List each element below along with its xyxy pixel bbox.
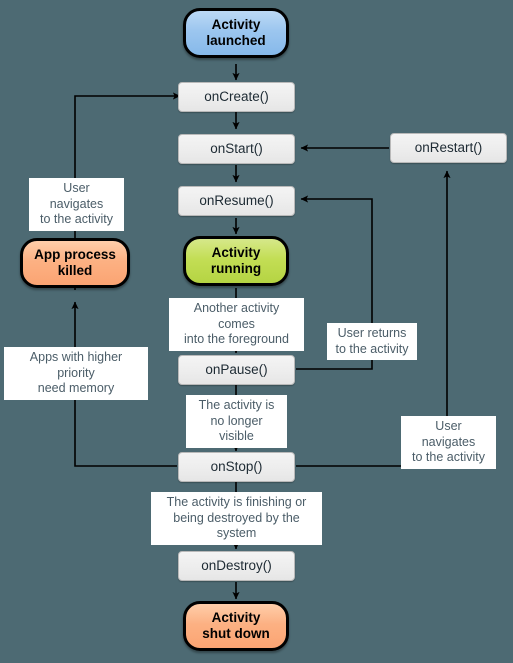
callback-onstop[interactable]: onStop() (178, 452, 295, 482)
callback-onresume[interactable]: onResume() (178, 186, 295, 216)
state-app-process-killed-line2: killed (57, 263, 93, 278)
edge-label-another-activity-foreground-line1: Another activity comes (193, 301, 280, 331)
callback-ondestroy[interactable]: onDestroy() (178, 551, 295, 581)
state-activity-shut-down-line2: shut down (202, 626, 270, 641)
edge-label-user-navigates-left-line2: to the activity (40, 212, 113, 227)
state-activity-launched-line2: launched (206, 33, 266, 48)
state-app-process-killed-line1: App process (34, 247, 116, 263)
edge-label-apps-higher-priority-line1: Apps with higher priority (29, 350, 123, 380)
state-activity-launched[interactable]: Activity launched (183, 8, 289, 58)
state-activity-shut-down[interactable]: Activity shut down (183, 601, 289, 651)
state-activity-running[interactable]: Activity running (183, 236, 289, 286)
callback-onpause[interactable]: onPause() (178, 355, 295, 385)
callback-onrestart[interactable]: onRestart() (390, 133, 507, 163)
state-activity-running-line1: Activity (211, 245, 261, 261)
edge-label-finishing-or-destroyed: The activity is finishing or being destr… (151, 492, 322, 545)
edge-label-finishing-or-destroyed-line1: The activity is finishing or (166, 495, 307, 509)
edge-label-user-returns: User returns to the activity (327, 323, 417, 361)
edge-label-user-navigates-right-line1: User navigates (421, 419, 476, 449)
edge-label-apps-higher-priority-line2: need memory (37, 381, 115, 396)
state-activity-shut-down-line1: Activity (211, 610, 261, 626)
edge-label-user-navigates-right: User navigates to the activity (401, 416, 496, 469)
edge-label-finishing-or-destroyed-line2: being destroyed by the system (173, 510, 300, 541)
edge-label-no-longer-visible-line1: The activity is (198, 398, 275, 412)
edge-label-user-returns-line1: User returns (337, 326, 407, 340)
edge-label-user-navigates-left: User navigates to the activity (29, 178, 124, 231)
edge-label-user-returns-line2: to the activity (335, 341, 409, 356)
state-activity-running-line2: running (210, 261, 262, 276)
state-activity-launched-line1: Activity (211, 17, 261, 33)
callback-onstart[interactable]: onStart() (178, 134, 295, 164)
edge-label-user-navigates-left-line1: User navigates (49, 181, 104, 211)
edge-label-another-activity-foreground: Another activity comes into the foregrou… (169, 298, 304, 351)
edge-label-apps-higher-priority: Apps with higher priority need memory (4, 347, 148, 400)
edge-label-another-activity-foreground-line2: into the foreground (184, 332, 289, 347)
edge-label-no-longer-visible-line2: no longer visible (210, 413, 263, 444)
edge-label-user-navigates-right-line2: to the activity (412, 450, 485, 465)
activity-lifecycle-diagram: Activity launched Activity running App p… (0, 0, 513, 663)
edge-label-no-longer-visible: The activity is no longer visible (186, 395, 287, 448)
state-app-process-killed[interactable]: App process killed (20, 238, 130, 288)
callback-oncreate[interactable]: onCreate() (178, 82, 295, 112)
